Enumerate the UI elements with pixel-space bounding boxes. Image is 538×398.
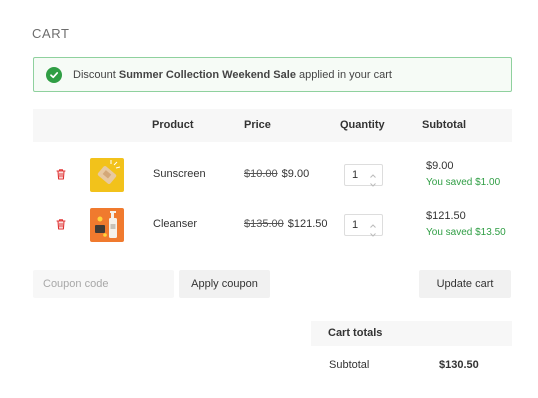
product-price: $10.00 $9.00 [244, 168, 309, 180]
chevron-down-icon[interactable] [369, 226, 377, 237]
sale-price: $9.00 [281, 168, 310, 180]
trash-icon[interactable] [54, 167, 68, 181]
chevron-down-icon[interactable] [369, 176, 377, 187]
table-row: Cleanser $135.00 $121.50 1 $121.50 You sa… [33, 205, 512, 245]
page-title: CART [32, 26, 70, 41]
sale-price: $121.50 [287, 218, 328, 230]
notice-message: Discount Summer Collection Weekend Sale … [73, 69, 392, 81]
discount-name: Summer Collection Weekend Sale [118, 68, 296, 81]
cart-totals-heading: Cart totals [328, 327, 383, 339]
totals-subtotal-value: $130.50 [439, 359, 479, 371]
header-price: Price [244, 119, 271, 131]
notice-suffix: applied in your cart [295, 68, 392, 81]
product-price: $135.00 $121.50 [244, 218, 328, 230]
chevron-up-icon[interactable] [369, 167, 377, 178]
header-product: Product [152, 119, 194, 131]
trash-icon[interactable] [54, 217, 68, 231]
chevron-up-icon[interactable] [369, 217, 377, 228]
header-quantity: Quantity [340, 119, 385, 131]
savings-text: You saved $1.00 [426, 177, 501, 188]
header-subtotal: Subtotal [422, 119, 466, 131]
table-row: Sunscreen $10.00 $9.00 1 $9.00 You saved … [33, 155, 512, 195]
original-price: $10.00 [244, 168, 278, 180]
quantity-stepper[interactable]: 1 [344, 214, 383, 237]
quantity-value: 1 [352, 219, 359, 231]
check-circle-icon [46, 66, 62, 83]
notice-prefix: Discount [73, 68, 119, 81]
row-subtotal: $121.50 [426, 210, 466, 222]
product-name[interactable]: Sunscreen [153, 168, 206, 180]
coupon-code-input[interactable] [33, 270, 174, 298]
discount-notice: Discount Summer Collection Weekend Sale … [33, 57, 512, 92]
totals-subtotal-label: Subtotal [329, 359, 370, 371]
savings-text: You saved $13.50 [426, 227, 506, 238]
row-subtotal: $9.00 [426, 160, 454, 172]
original-price: $135.00 [244, 218, 284, 230]
cart-table-header: Product Price Quantity Subtotal [33, 109, 512, 142]
cart-totals-header: Cart totals [311, 321, 512, 346]
product-name[interactable]: Cleanser [153, 218, 197, 230]
sunscreen-thumbnail[interactable] [90, 158, 124, 192]
apply-coupon-button[interactable]: Apply coupon [179, 270, 270, 298]
update-cart-button[interactable]: Update cart [419, 270, 511, 298]
quantity-value: 1 [352, 169, 359, 181]
cleanser-thumbnail[interactable] [90, 208, 124, 242]
quantity-stepper[interactable]: 1 [344, 164, 383, 187]
